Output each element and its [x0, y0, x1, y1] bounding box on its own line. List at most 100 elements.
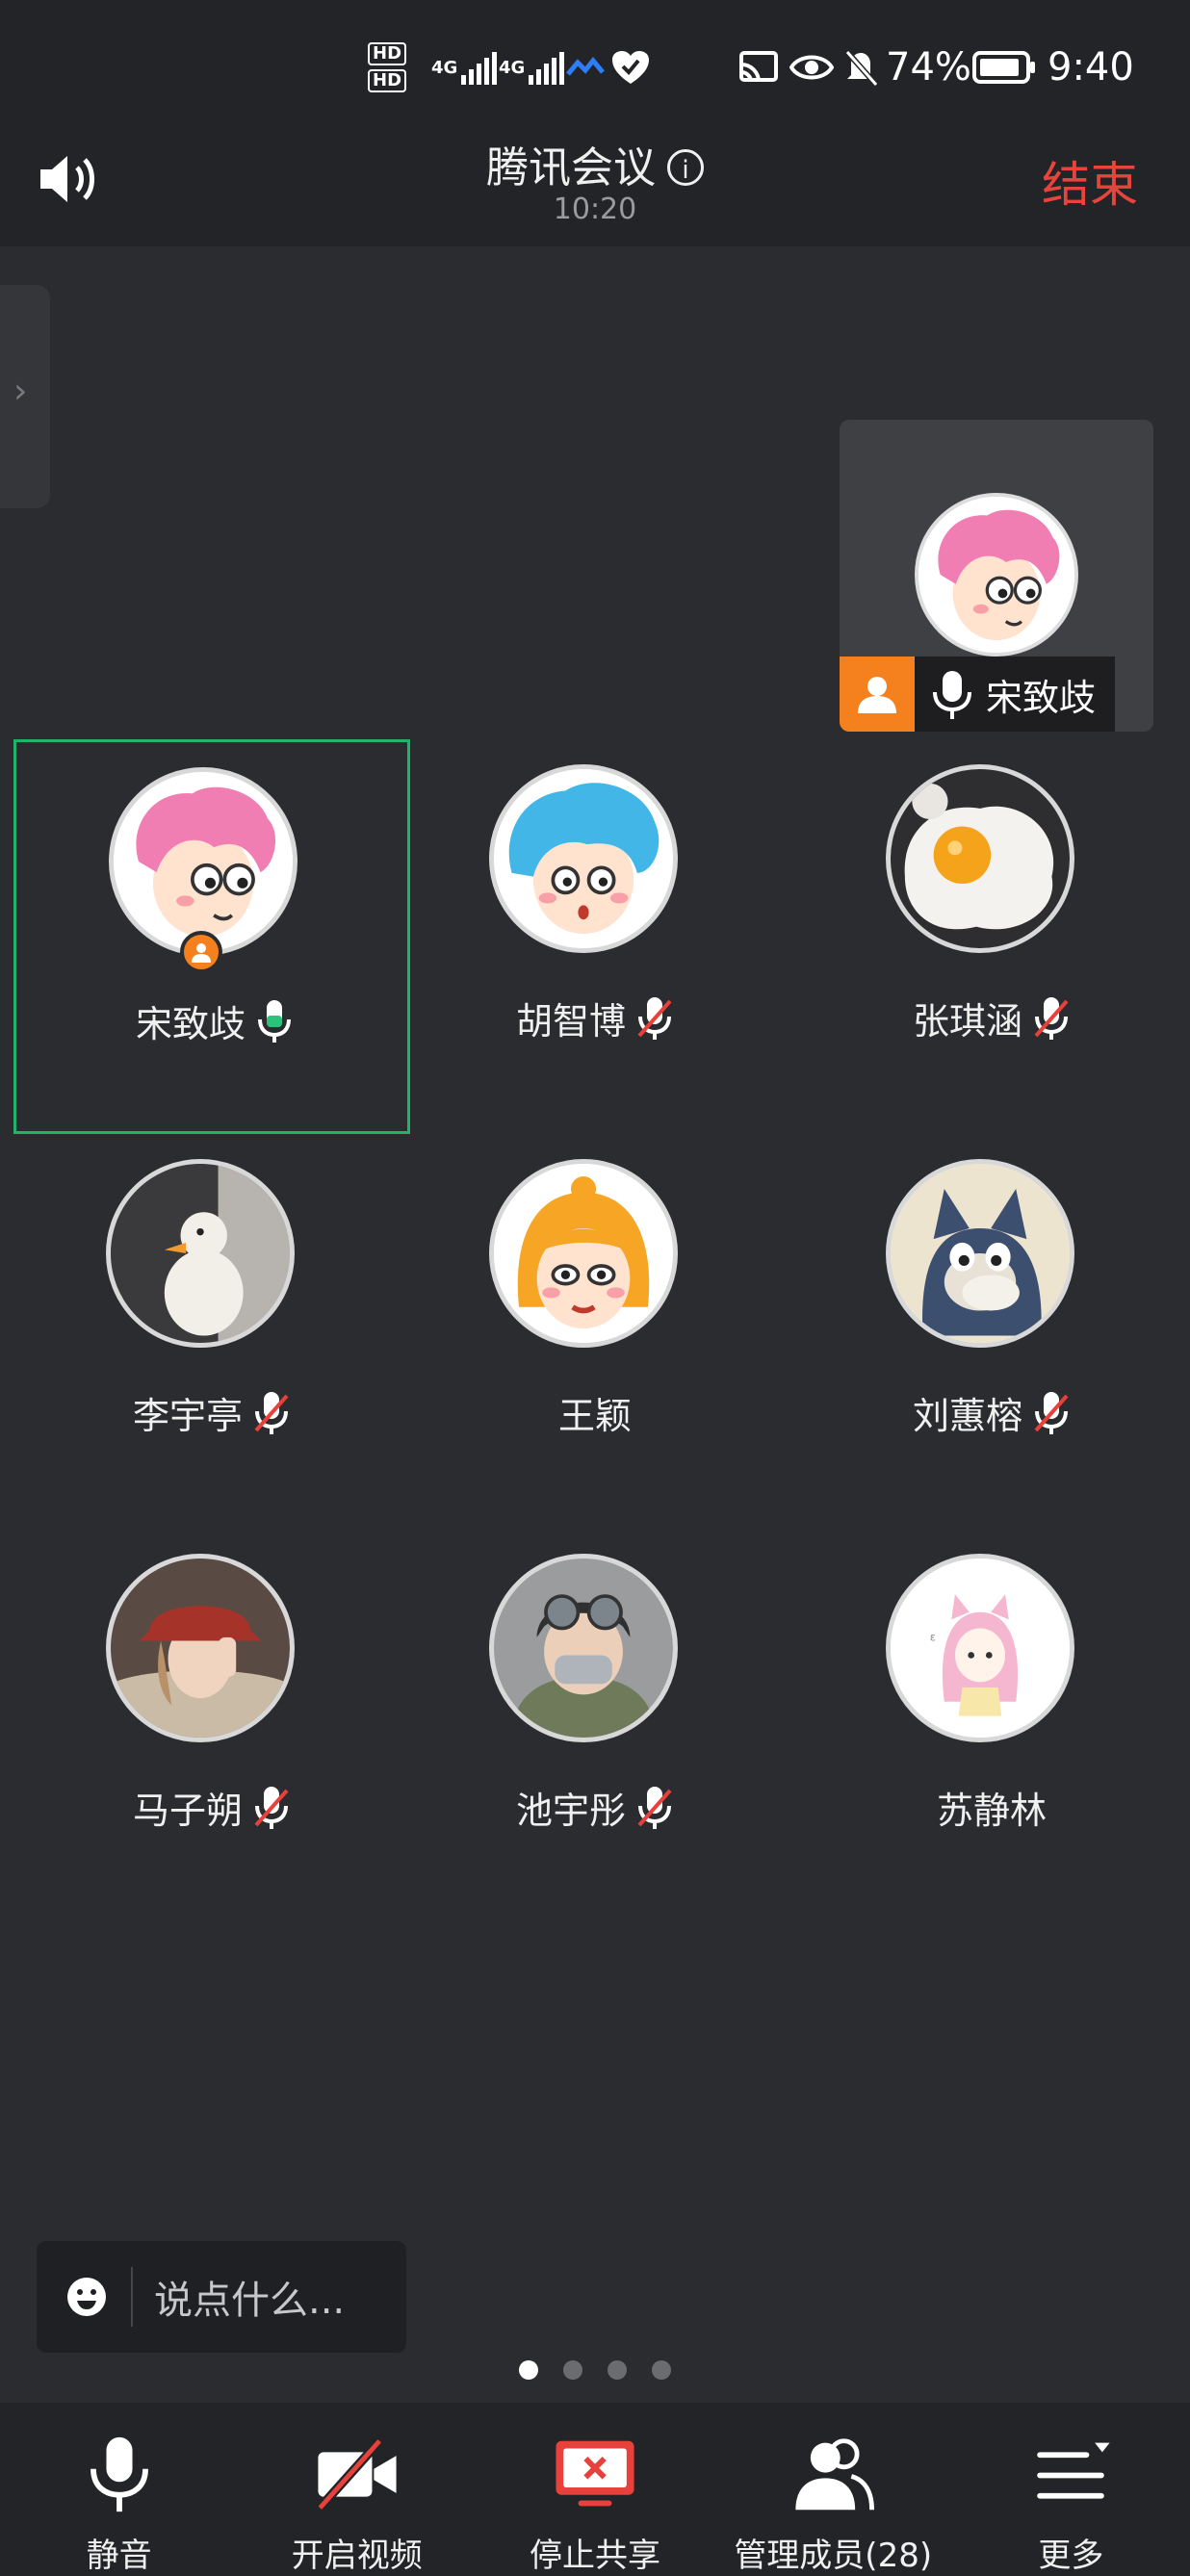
helmet-mask-photo-avatar	[494, 1558, 673, 1738]
bottom-toolbar: 静音 开启视频 停止共享 管理成员(28) 更多	[0, 2403, 1190, 2576]
stop-share-icon	[556, 2440, 634, 2507]
floating-speaker-window[interactable]: 宋致歧	[840, 420, 1153, 732]
meeting-title-text: 腾讯会议	[486, 143, 656, 193]
manage-members-button[interactable]: 管理成员(28)	[714, 2403, 952, 2576]
participant-tile[interactable]: 李宇亭	[0, 1134, 397, 1529]
participant-name-row: 胡智博	[397, 992, 793, 1044]
start-video-button[interactable]: 开启视频	[238, 2403, 476, 2576]
avatar	[109, 767, 298, 956]
stop-share-button[interactable]: 停止共享	[476, 2403, 713, 2576]
chat-placeholder: 说点什么...	[154, 2279, 346, 2323]
participant-name-row: 王颖	[397, 1386, 793, 1439]
svg-text:ε: ε	[930, 1632, 936, 1644]
page-dot-4[interactable]	[652, 2360, 671, 2380]
participant-name-row: 池宇彤	[397, 1781, 793, 1834]
avatar	[489, 1554, 678, 1742]
tom-cat-cartoon-avatar	[891, 1164, 1070, 1343]
pink-hair-cartoon-avatar	[114, 772, 293, 951]
members-icon	[795, 2438, 875, 2511]
participant-name-row: 李宇亭	[13, 1386, 410, 1439]
hd-badge-1: HD	[368, 42, 407, 65]
page-dot-2[interactable]	[563, 2360, 582, 2380]
info-icon[interactable]: i	[667, 149, 704, 186]
bell-off-icon	[843, 37, 878, 98]
status-bar: HD HD 4G 4G 74% 9:40	[0, 0, 1190, 135]
host-icon	[840, 657, 915, 732]
participant-tile[interactable]: 池宇彤	[397, 1529, 793, 1923]
battery-percent: 74%	[886, 37, 971, 98]
avatar	[886, 764, 1074, 953]
red-hat-photo-avatar	[111, 1558, 290, 1738]
participant-tile[interactable]: ε 苏静林	[793, 1529, 1190, 1923]
avatar	[489, 1159, 678, 1348]
pink-hair-cartoon-avatar	[918, 497, 1074, 653]
participant-tile[interactable]: 张琪涵	[793, 739, 1190, 1134]
mute-label: 静音	[86, 2537, 152, 2575]
end-meeting-button[interactable]: 结束	[1042, 146, 1138, 216]
participant-name-row: 宋致歧	[16, 994, 413, 1047]
participant-name-row: 苏静林	[793, 1781, 1190, 1834]
video-off-icon	[314, 2435, 397, 2513]
cast-icon	[737, 37, 780, 98]
more-label: 更多	[1038, 2537, 1104, 2575]
microphone-muted-icon	[254, 1786, 289, 1829]
fried-egg-photo-avatar	[891, 769, 1070, 948]
app-notification-icon	[566, 37, 605, 98]
more-button[interactable]: 更多	[952, 2403, 1190, 2576]
video-label: 开启视频	[291, 2537, 423, 2575]
microphone-on-icon	[258, 999, 291, 1043]
clock: 9:40	[1048, 37, 1134, 98]
participant-name: 张琪涵	[912, 1000, 1022, 1043]
participant-tile[interactable]: 胡智博	[397, 739, 793, 1134]
participant-name: 马子朔	[132, 1790, 243, 1832]
avatar	[489, 764, 678, 953]
mute-button[interactable]: 静音	[0, 2403, 238, 2576]
page-dot-3[interactable]	[608, 2360, 627, 2380]
floating-window-name: 宋致歧	[986, 676, 1097, 719]
goose-plush-photo-avatar	[111, 1164, 290, 1343]
pink-cat-girl-drawing-avatar: ε	[891, 1558, 1070, 1738]
eye-icon	[789, 37, 834, 98]
hd-badge-2: HD	[368, 69, 407, 92]
page-indicator	[0, 2360, 1190, 2380]
microphone-icon	[90, 2436, 148, 2512]
participant-name-row: 张琪涵	[793, 992, 1190, 1044]
participant-name: 池宇彤	[515, 1790, 626, 1832]
avatar	[886, 1159, 1074, 1348]
signal-2: 4G	[499, 37, 565, 98]
orange-hair-cartoon-avatar	[494, 1164, 673, 1343]
participant-tile[interactable]: 宋致歧	[13, 739, 410, 1134]
network-type-2: 4G	[499, 57, 526, 78]
clock-time: 9:40	[1048, 45, 1134, 90]
chat-input[interactable]: 说点什么...	[37, 2241, 406, 2353]
floating-window-label: 宋致歧	[840, 657, 1116, 732]
microphone-icon	[933, 671, 971, 719]
avatar	[915, 493, 1078, 657]
microphone-muted-icon	[637, 996, 672, 1040]
host-badge-icon	[180, 931, 222, 973]
microphone-muted-icon	[1034, 1391, 1069, 1434]
heart-shield-icon	[610, 37, 651, 98]
participant-name: 宋致歧	[135, 1003, 246, 1045]
participant-tile[interactable]: 马子朔	[0, 1529, 397, 1923]
side-panel-handle[interactable]: ›	[0, 285, 50, 508]
more-menu-icon	[1037, 2442, 1110, 2499]
avatar	[106, 1159, 295, 1348]
emoji-icon[interactable]	[65, 2276, 108, 2318]
microphone-muted-icon	[254, 1391, 289, 1434]
chat-divider	[131, 2267, 133, 2327]
participant-tile[interactable]: 刘蕙榕	[793, 1134, 1190, 1529]
meeting-title[interactable]: 腾讯会议 i	[0, 133, 1190, 194]
participant-name: 刘蕙榕	[912, 1395, 1022, 1437]
participant-name: 苏静林	[936, 1790, 1047, 1832]
avatar	[106, 1554, 295, 1742]
hd-indicator: HD HD	[368, 37, 407, 98]
signal-bars-icon	[529, 50, 565, 85]
participant-tile[interactable]: 王颖	[397, 1134, 793, 1529]
signal-bars-icon	[461, 50, 498, 85]
avatar: ε	[886, 1554, 1074, 1742]
battery-icon	[972, 37, 1036, 98]
meeting-timer: 10:20	[553, 193, 637, 226]
blue-hair-cartoon-avatar	[494, 769, 673, 948]
page-dot-1[interactable]	[519, 2360, 538, 2380]
